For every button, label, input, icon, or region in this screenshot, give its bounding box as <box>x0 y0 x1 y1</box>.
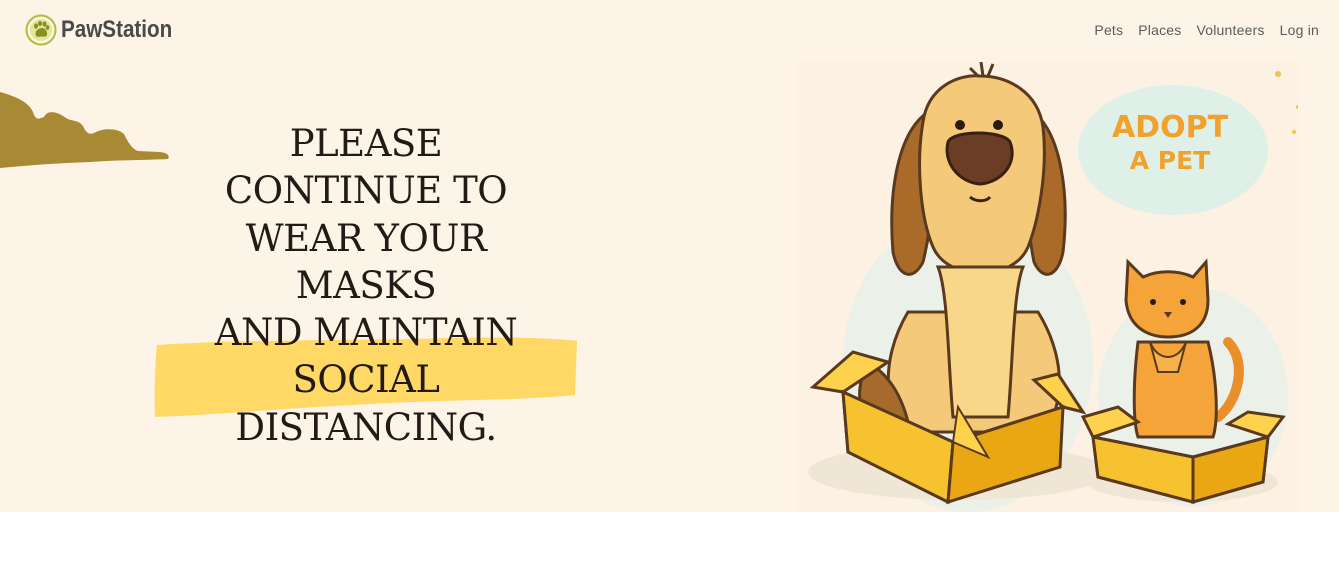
decorative-brush-shape <box>0 92 169 168</box>
headline-line: MASKS <box>295 263 437 307</box>
paw-print-icon <box>25 14 57 46</box>
a-pet-text: A PET <box>1130 146 1211 175</box>
headline-line: CONTINUE TO <box>224 169 508 213</box>
top-nav: Pets Places Volunteers Log in <box>1094 22 1319 38</box>
adopt-a-pet-illustration: ADOPT A PET <box>798 62 1298 512</box>
headline-line: DISTANCING. <box>235 405 497 449</box>
nav-link-log-in[interactable]: Log in <box>1280 22 1319 38</box>
adopt-text: ADOPT <box>1112 110 1229 145</box>
headline-line: SOCIAL <box>292 358 440 402</box>
nav-link-places[interactable]: Places <box>1138 22 1181 38</box>
headline-line: AND MAINTAIN <box>214 311 518 355</box>
hero-section: PawStation Pets Places Volunteers Log in… <box>0 0 1339 512</box>
brand-name: PawStation <box>61 16 173 43</box>
nav-link-volunteers[interactable]: Volunteers <box>1196 22 1264 38</box>
headline-line: PLEASE <box>289 122 443 165</box>
headline-line: WEAR YOUR <box>245 216 487 260</box>
headline: PLEASE CONTINUE TO WEAR YOUR MASKS AND M… <box>166 120 566 451</box>
nav-link-pets[interactable]: Pets <box>1094 22 1123 38</box>
brand-logo-link[interactable]: PawStation <box>25 13 190 47</box>
page-content-area <box>0 512 1339 567</box>
